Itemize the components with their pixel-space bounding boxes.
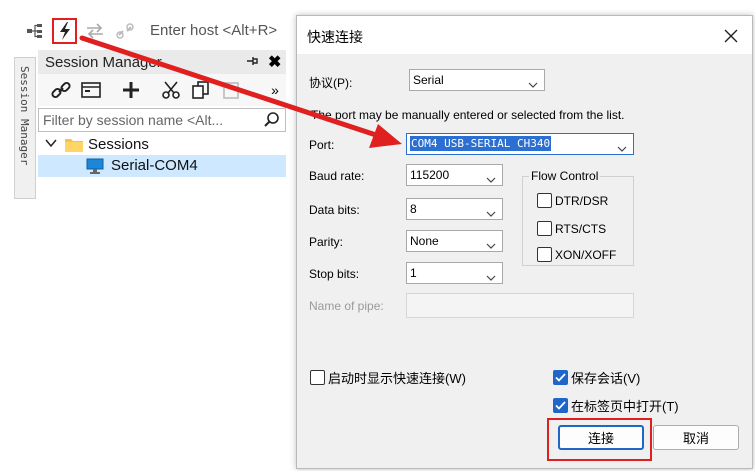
- cancel-button[interactable]: 取消: [653, 425, 739, 450]
- checkbox-box: [537, 221, 552, 236]
- chevron-down-icon: [486, 238, 496, 252]
- disconnect-link-icon[interactable]: [114, 19, 136, 43]
- side-tab-label: Session Manager: [18, 66, 31, 166]
- more-tools-icon[interactable]: »: [264, 79, 286, 101]
- xon-xoff-label: XON/XOFF: [555, 247, 617, 262]
- parity-label: Parity:: [309, 235, 344, 249]
- session-tree-icon[interactable]: [24, 19, 46, 43]
- protocol-label: 协议(P):: [309, 76, 353, 90]
- checkmark-icon: [553, 398, 568, 413]
- add-icon[interactable]: [120, 79, 142, 101]
- port-label: Port:: [309, 138, 335, 152]
- parity-value: None: [410, 234, 439, 248]
- baud-rate-select[interactable]: 115200: [406, 164, 503, 186]
- reconnect-arrows-icon[interactable]: [84, 19, 106, 43]
- save-session-label: 保存会话(V): [571, 371, 641, 386]
- port-hint-text: The port may be manually entered or sele…: [311, 108, 625, 122]
- quick-connect-dialog: 快速连接 协议(P): Serial The port may be manua…: [296, 15, 753, 469]
- open-in-tab-label: 在标签页中打开(T): [571, 399, 679, 414]
- session-manager-toolbar: »: [38, 74, 286, 106]
- session-manager-side-tab[interactable]: Session Manager: [14, 57, 36, 199]
- tree-node-label: Sessions: [88, 136, 149, 153]
- quick-connect-lightning-icon[interactable]: [54, 19, 76, 43]
- checkbox-box: [537, 193, 552, 208]
- tree-node-sessions[interactable]: Sessions: [38, 134, 286, 156]
- show-on-startup-label: 启动时显示快速连接(W): [328, 371, 466, 386]
- session-manager-header: Session Manager ✖: [38, 50, 286, 74]
- host-input-placeholder[interactable]: Enter host <Alt+R>: [150, 22, 277, 39]
- copy-icon[interactable]: [190, 79, 212, 101]
- rts-cts-checkbox[interactable]: RTS/CTS: [537, 221, 606, 236]
- baud-rate-label: Baud rate:: [309, 169, 365, 183]
- dialog-title: 快速连接: [307, 29, 363, 45]
- close-panel-icon[interactable]: ✖: [268, 52, 281, 72]
- checkbox-box: [310, 370, 325, 385]
- chevron-down-icon: [486, 206, 496, 220]
- dialog-title-bar: 快速连接: [297, 16, 752, 54]
- checkmark-icon: [553, 370, 568, 385]
- folder-icon: [65, 137, 83, 155]
- dtr-dsr-checkbox[interactable]: DTR/DSR: [537, 193, 608, 208]
- close-icon[interactable]: [719, 24, 743, 48]
- show-on-startup-checkbox[interactable]: 启动时显示快速连接(W): [310, 368, 466, 387]
- pipe-name-input[interactable]: [406, 293, 634, 318]
- save-session-checkbox[interactable]: 保存会话(V): [553, 368, 640, 387]
- port-value: COM4 USB-SERIAL CH340: [410, 136, 552, 151]
- open-in-tab-checkbox[interactable]: 在标签页中打开(T): [553, 396, 679, 415]
- session-filter-input[interactable]: Filter by session name <Alt...: [38, 108, 286, 132]
- pipe-name-label: Name of pipe:: [309, 299, 384, 313]
- tree-node-label: Serial-COM4: [111, 157, 198, 174]
- port-combobox[interactable]: COM4 USB-SERIAL CH340: [406, 133, 634, 155]
- flow-control-title: Flow Control: [529, 169, 601, 183]
- baud-rate-value: 115200: [410, 168, 450, 182]
- xon-xoff-checkbox[interactable]: XON/XOFF: [537, 247, 616, 262]
- flow-control-group: Flow Control DTR/DSR RTS/CTS XON/XOFF: [522, 169, 634, 266]
- stop-bits-label: Stop bits:: [309, 267, 360, 281]
- parity-select[interactable]: None: [406, 230, 503, 252]
- dtr-dsr-label: DTR/DSR: [555, 193, 609, 208]
- stop-bits-select[interactable]: 1: [406, 262, 503, 284]
- cut-icon[interactable]: [160, 79, 182, 101]
- protocol-select[interactable]: Serial: [409, 69, 545, 91]
- chevron-down-icon: [528, 77, 538, 91]
- pin-icon[interactable]: [246, 55, 258, 70]
- expand-chevron-icon[interactable]: [45, 137, 57, 152]
- main-toolbar: Enter host <Alt+R>: [0, 0, 300, 44]
- rts-cts-label: RTS/CTS: [555, 221, 607, 236]
- stop-bits-value: 1: [410, 266, 417, 280]
- connect-button[interactable]: 连接: [558, 425, 644, 450]
- session-manager-panel: Session Manager ✖ » Filter by session na…: [38, 50, 286, 181]
- session-filter-placeholder: Filter by session name <Alt...: [43, 112, 224, 128]
- paste-icon[interactable]: [220, 79, 242, 101]
- data-bits-label: Data bits:: [309, 203, 360, 217]
- data-bits-select[interactable]: 8: [406, 198, 503, 220]
- link-icon[interactable]: [50, 79, 72, 101]
- data-bits-value: 8: [410, 202, 417, 216]
- search-icon[interactable]: [263, 111, 281, 132]
- monitor-icon: [86, 158, 104, 177]
- tree-node-serial-com4[interactable]: Serial-COM4: [38, 155, 286, 177]
- checkbox-box: [537, 247, 552, 262]
- protocol-value: Serial: [413, 73, 444, 87]
- window-icon[interactable]: [80, 79, 102, 101]
- chevron-down-icon: [617, 141, 627, 155]
- chevron-down-icon: [486, 172, 496, 186]
- session-manager-title: Session Manager: [45, 54, 162, 71]
- chevron-down-icon: [486, 270, 496, 284]
